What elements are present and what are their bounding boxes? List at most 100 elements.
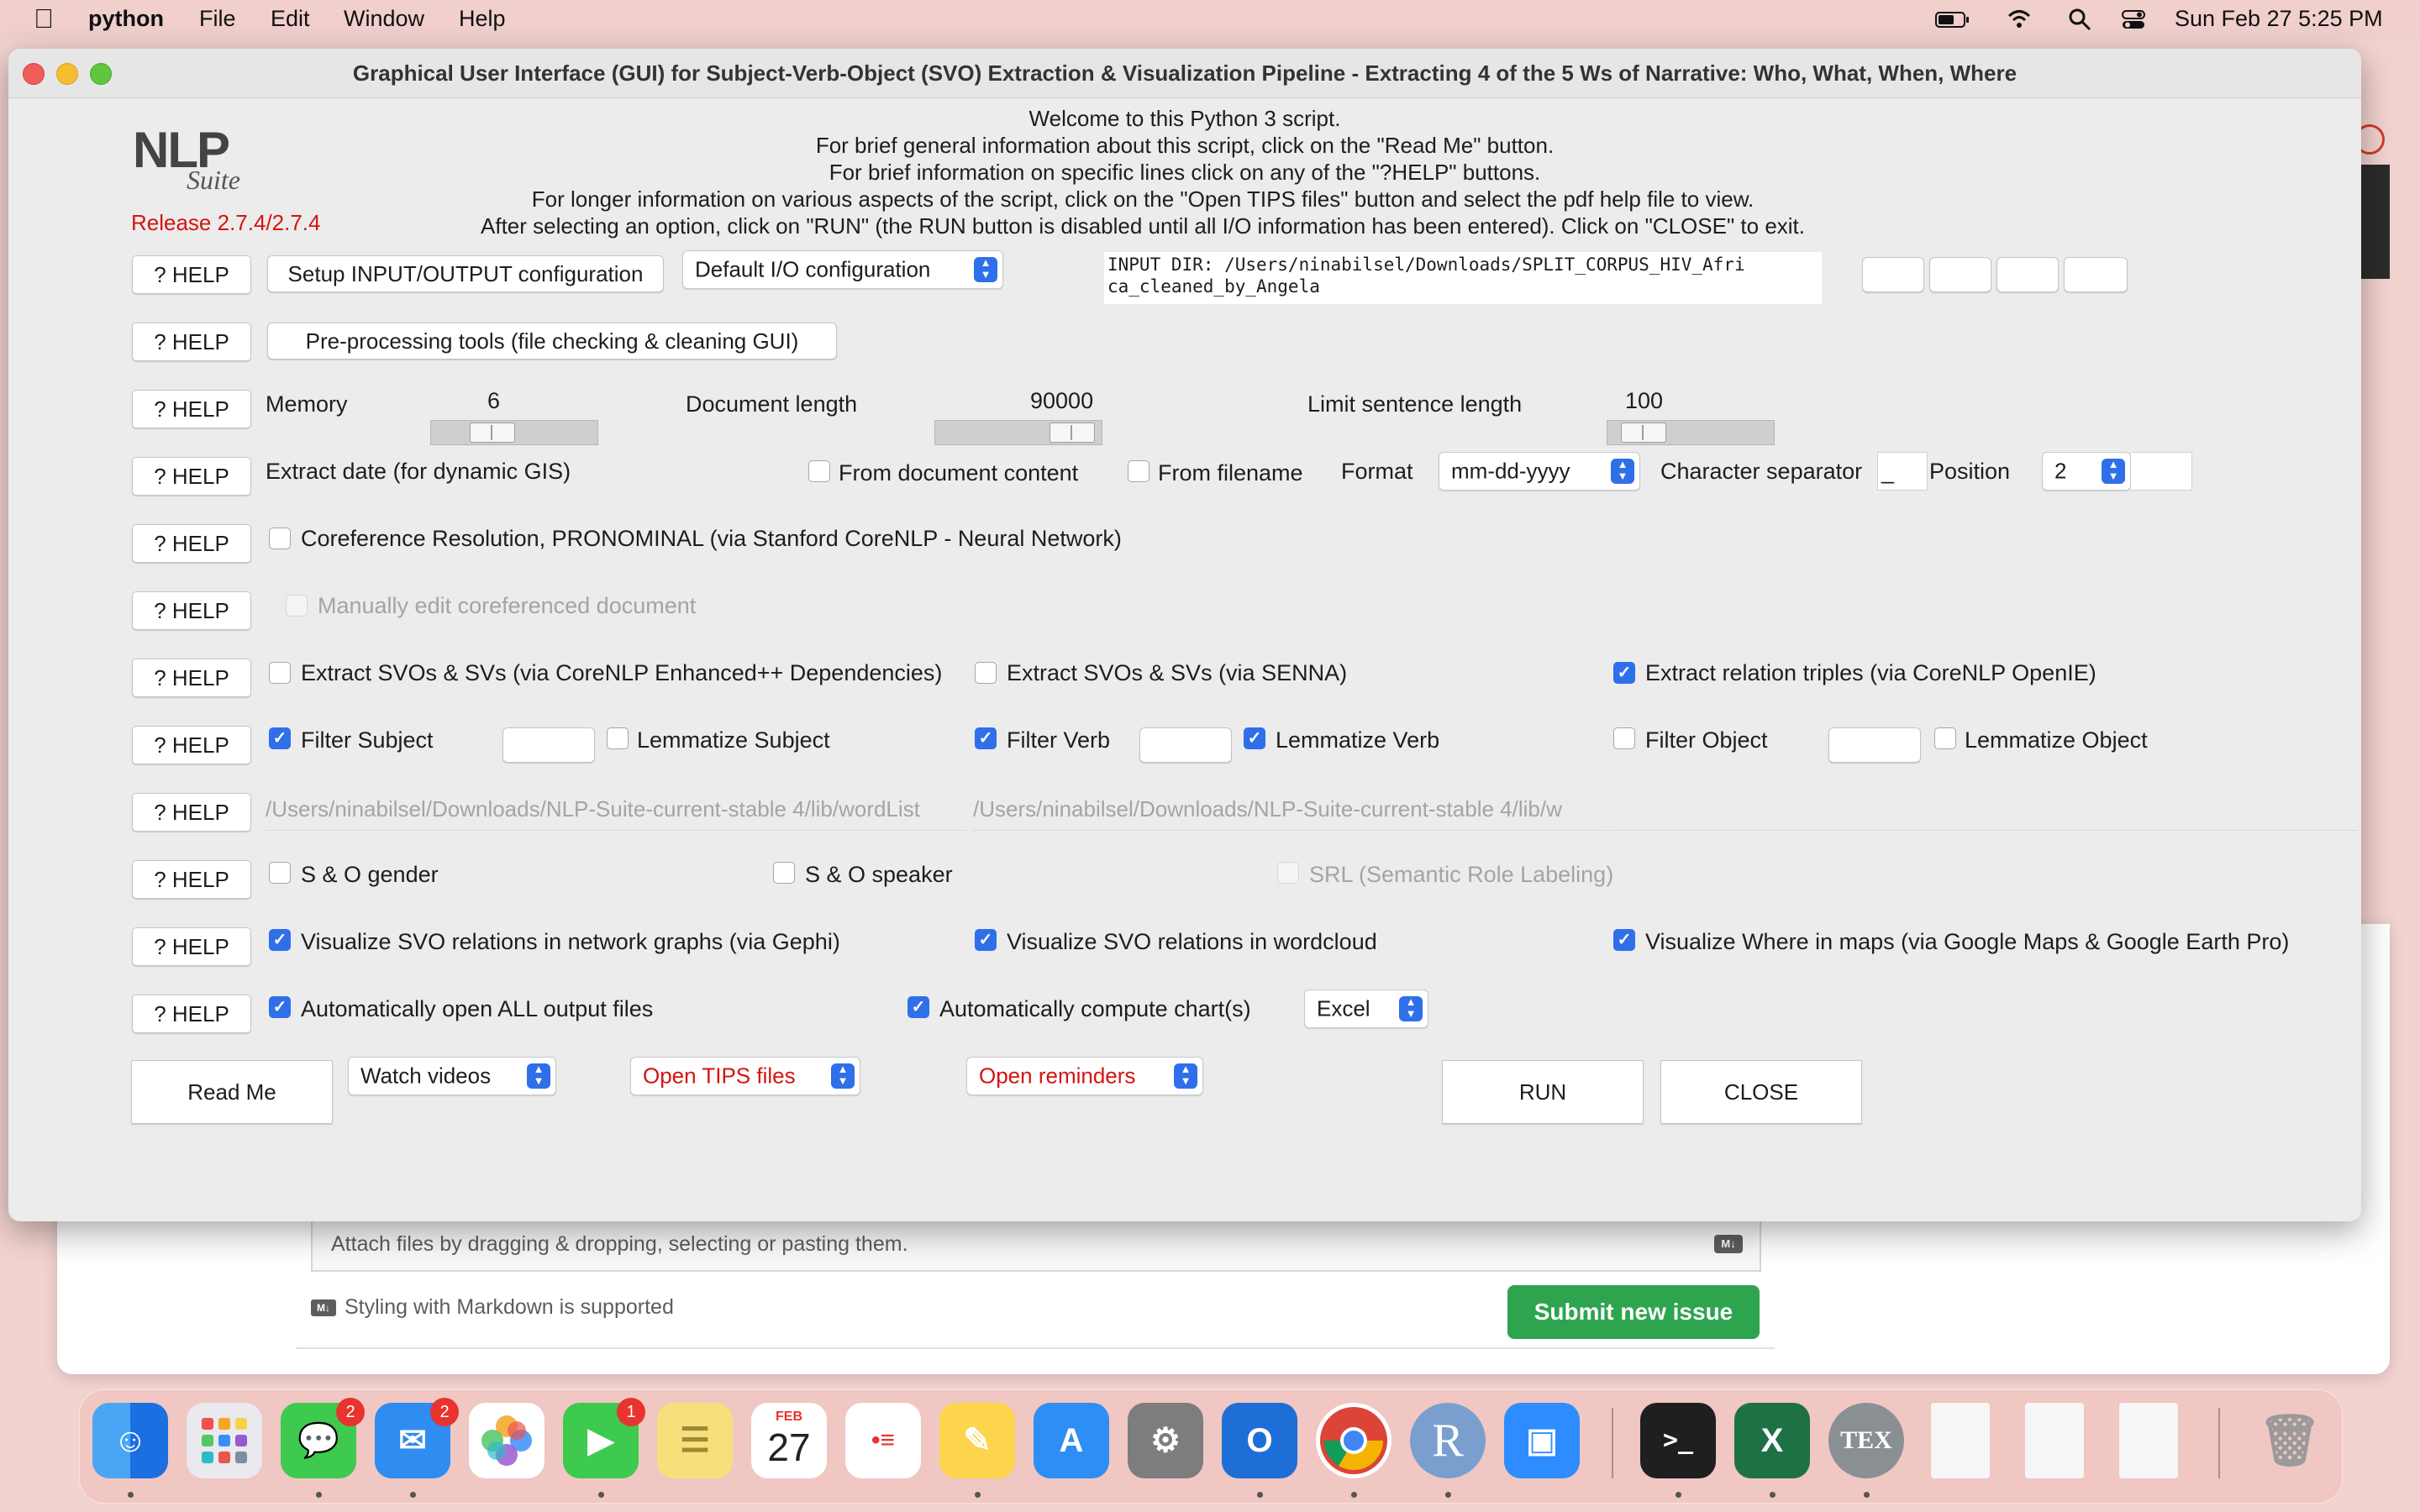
reminders-icon[interactable]: •≡ bbox=[845, 1403, 921, 1478]
openie-checkbox[interactable]: ✓ bbox=[1613, 662, 1635, 684]
filter-subject-checkbox[interactable]: ✓ bbox=[269, 727, 291, 749]
help-button-output[interactable]: ? HELP bbox=[132, 995, 251, 1033]
corenlp-enhanced-checkbox[interactable] bbox=[269, 662, 291, 684]
app-store-icon[interactable]: A bbox=[1034, 1403, 1109, 1478]
filter-object-checkbox[interactable] bbox=[1613, 727, 1635, 749]
preprocessing-tools-button[interactable]: Pre-processing tools (file checking & cl… bbox=[267, 323, 837, 360]
lemmatize-subject-checkbox[interactable] bbox=[607, 727, 629, 749]
help-button-visualize[interactable]: ? HELP bbox=[132, 927, 251, 966]
help-button-filters[interactable]: ? HELP bbox=[132, 726, 251, 764]
gephi-checkbox[interactable]: ✓ bbox=[269, 929, 291, 951]
filter-verb-checkbox[interactable]: ✓ bbox=[975, 727, 997, 749]
document-icon-2[interactable] bbox=[2025, 1403, 2084, 1478]
from-content-checkbox[interactable] bbox=[808, 460, 830, 482]
help-button-extras[interactable]: ? HELP bbox=[132, 860, 251, 899]
help-button-preprocessing[interactable]: ? HELP bbox=[132, 323, 251, 361]
io-icon-button-2[interactable] bbox=[1929, 257, 1991, 292]
sentence-length-slider-thumb[interactable] bbox=[1621, 423, 1666, 443]
menu-help[interactable]: Help bbox=[459, 6, 506, 32]
help-button-extract[interactable]: ? HELP bbox=[132, 659, 251, 697]
spotlight-search-icon[interactable] bbox=[2067, 7, 2092, 32]
terminal-icon[interactable]: >_ bbox=[1640, 1403, 1716, 1478]
calendar-icon[interactable]: FEB 27 bbox=[751, 1403, 827, 1478]
io-icon-button-3[interactable] bbox=[1996, 257, 2059, 292]
object-wordlist-path[interactable] bbox=[1610, 788, 2358, 831]
filter-subject-wordlist-button[interactable] bbox=[502, 727, 595, 763]
coreference-checkbox[interactable] bbox=[269, 528, 291, 549]
apple-icon[interactable]:  bbox=[34, 3, 54, 34]
finder-icon[interactable]: ☺ bbox=[92, 1403, 168, 1478]
menu-edit[interactable]: Edit bbox=[271, 6, 310, 32]
from-filename-checkbox[interactable] bbox=[1128, 460, 1150, 482]
notes-icon[interactable]: ✎ bbox=[939, 1403, 1015, 1478]
io-config-select[interactable]: Default I/O configuration ▲ ▼ bbox=[682, 250, 1003, 289]
character-separator-input[interactable]: _ bbox=[1877, 452, 1928, 491]
sentence-length-slider[interactable] bbox=[1607, 420, 1775, 445]
read-me-button[interactable]: Read Me bbox=[131, 1060, 333, 1124]
setup-io-button[interactable]: Setup INPUT/OUTPUT configuration bbox=[267, 255, 664, 292]
watch-videos-select[interactable]: Watch videos ▲ ▼ bbox=[348, 1057, 556, 1095]
senna-checkbox[interactable] bbox=[975, 662, 997, 684]
filter-object-wordlist-button[interactable] bbox=[1828, 727, 1921, 763]
help-button-manual-edit[interactable]: ? HELP bbox=[132, 591, 251, 630]
wordcloud-checkbox[interactable]: ✓ bbox=[975, 929, 997, 951]
position-extra-field[interactable] bbox=[2131, 452, 2192, 491]
chart-engine-select[interactable]: Excel ▲ ▼ bbox=[1304, 990, 1428, 1028]
menu-app-name[interactable]: python bbox=[88, 6, 164, 32]
open-tips-select[interactable]: Open TIPS files ▲ ▼ bbox=[630, 1057, 860, 1095]
help-button-sliders[interactable]: ? HELP bbox=[132, 390, 251, 428]
memory-slider-thumb[interactable] bbox=[470, 423, 515, 443]
subject-wordlist-path[interactable]: /Users/ninabilsel/Downloads/NLP-Suite-cu… bbox=[266, 788, 966, 831]
menu-clock[interactable]: Sun Feb 27 5:25 PM bbox=[2175, 6, 2383, 32]
io-icon-button-4[interactable] bbox=[2064, 257, 2128, 292]
help-button-coref[interactable]: ? HELP bbox=[132, 524, 251, 563]
menu-file[interactable]: File bbox=[199, 6, 236, 32]
close-button[interactable]: CLOSE bbox=[1660, 1060, 1862, 1124]
compute-charts-checkbox[interactable]: ✓ bbox=[908, 996, 929, 1018]
document-icon-1[interactable] bbox=[1931, 1403, 1990, 1478]
markdown-note: M↓ Styling with Markdown is supported bbox=[311, 1295, 674, 1320]
system-preferences-icon[interactable]: ⚙ bbox=[1128, 1403, 1203, 1478]
so-gender-checkbox[interactable] bbox=[269, 862, 291, 884]
so-speaker-checkbox[interactable] bbox=[773, 862, 795, 884]
chevron-updown-icon: ▲ ▼ bbox=[974, 257, 997, 282]
outlook-icon[interactable]: O bbox=[1222, 1403, 1297, 1478]
help-button-io[interactable]: ? HELP bbox=[132, 255, 251, 294]
open-all-output-checkbox[interactable]: ✓ bbox=[269, 996, 291, 1018]
zoom-app-icon[interactable]: ▣ bbox=[1504, 1403, 1580, 1478]
maps-checkbox[interactable]: ✓ bbox=[1613, 929, 1635, 951]
chrome-icon[interactable] bbox=[1316, 1403, 1392, 1478]
excel-icon[interactable]: X bbox=[1734, 1403, 1810, 1478]
chevron-updown-icon: ▲ ▼ bbox=[1174, 1063, 1197, 1089]
help-button-wordlists[interactable]: ? HELP bbox=[132, 793, 251, 832]
lemmatize-object-checkbox[interactable] bbox=[1934, 727, 1956, 749]
filter-verb-wordlist-button[interactable] bbox=[1139, 727, 1232, 763]
document-icon-3[interactable] bbox=[2119, 1403, 2178, 1478]
srl-checkbox[interactable] bbox=[1277, 862, 1299, 884]
r-app-icon[interactable]: R bbox=[1410, 1403, 1486, 1478]
launchpad-icon[interactable] bbox=[187, 1403, 262, 1478]
tex-shop-icon[interactable]: TEX bbox=[1828, 1403, 1904, 1478]
lemmatize-verb-checkbox[interactable]: ✓ bbox=[1244, 727, 1265, 749]
wifi-icon[interactable] bbox=[2007, 7, 2032, 32]
verb-wordlist-path[interactable]: /Users/ninabilsel/Downloads/NLP-Suite-cu… bbox=[973, 788, 1607, 831]
submit-new-issue-button[interactable]: Submit new issue bbox=[1507, 1285, 1760, 1339]
run-button[interactable]: RUN bbox=[1442, 1060, 1644, 1124]
io-icon-button-1[interactable] bbox=[1862, 257, 1924, 292]
memory-slider[interactable] bbox=[430, 420, 598, 445]
manual-edit-checkbox[interactable] bbox=[286, 595, 308, 617]
filter-subject-label: Filter Subject bbox=[301, 727, 434, 753]
help-button-date[interactable]: ? HELP bbox=[132, 457, 251, 496]
date-format-select[interactable]: mm-dd-yyyy ▲ ▼ bbox=[1439, 452, 1640, 491]
control-center-icon[interactable] bbox=[2121, 7, 2146, 32]
trash-icon[interactable]: 🗑 bbox=[2252, 1403, 2328, 1478]
document-length-slider-thumb[interactable] bbox=[1050, 423, 1095, 443]
open-reminders-select[interactable]: Open reminders ▲ ▼ bbox=[966, 1057, 1203, 1095]
attach-files-area[interactable]: Attach files by dragging & dropping, sel… bbox=[311, 1220, 1761, 1272]
photos-icon[interactable] bbox=[469, 1403, 544, 1478]
position-select[interactable]: 2 ▲ ▼ bbox=[2042, 452, 2131, 491]
menu-window[interactable]: Window bbox=[344, 6, 424, 32]
document-length-slider[interactable] bbox=[934, 420, 1102, 445]
battery-icon[interactable] bbox=[1934, 7, 1971, 32]
stickies-icon[interactable]: ☰ bbox=[657, 1403, 733, 1478]
